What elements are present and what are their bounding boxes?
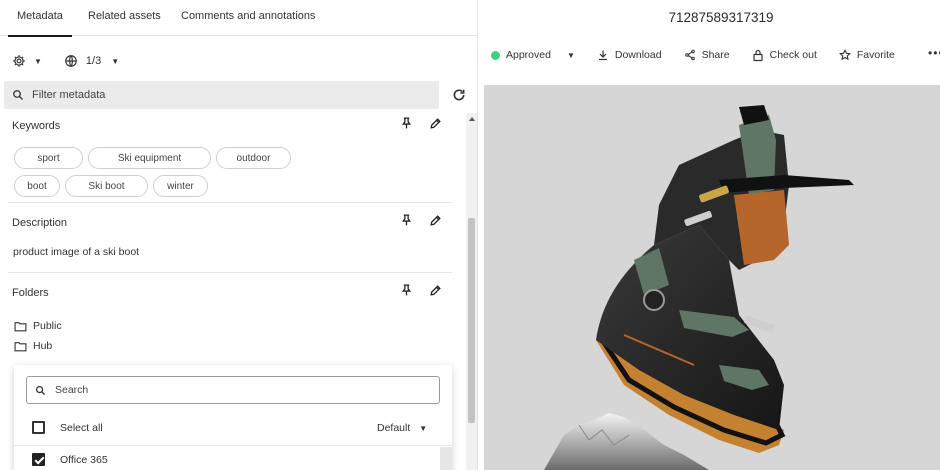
folder-icon (14, 321, 27, 331)
download-button[interactable]: Download (597, 49, 662, 61)
share-icon (684, 49, 695, 61)
description-actions (400, 213, 442, 227)
folder-label: Public (33, 320, 62, 332)
keywords-section: Keywords sport Ski equipment outdoor boo… (0, 113, 452, 203)
dropdown-scrollbar[interactable] (440, 447, 452, 470)
folder-search-placeholder: Search (55, 384, 89, 396)
keyword-chip[interactable]: outdoor (216, 147, 291, 169)
scroll-up-arrow-icon[interactable] (469, 117, 475, 121)
language-dropdown[interactable]: 1/3 ▼ (64, 54, 119, 68)
pin-icon[interactable] (400, 213, 413, 227)
edit-pencil-icon[interactable] (429, 284, 442, 297)
divider (14, 445, 452, 446)
metadata-panel: Metadata Related assets Comments and ann… (0, 0, 478, 470)
status-label: Approved (506, 49, 551, 61)
status-dot-icon (491, 50, 500, 60)
language-count: 1/3 (85, 55, 102, 67)
folder-label: Hub (33, 340, 53, 352)
metadata-toolbar: ▼ 1/3 ▼ (12, 50, 119, 72)
folders-title: Folders (12, 287, 49, 299)
select-all-checkbox[interactable] (32, 421, 45, 434)
asset-preview-image (484, 85, 940, 470)
search-icon (35, 385, 46, 395)
chevron-down-icon: ▼ (419, 423, 428, 433)
asset-preview-panel: 71287589317319 Approved ▼ Download Share… (479, 0, 940, 470)
status-dropdown[interactable]: Approved ▼ (491, 49, 575, 61)
tab-metadata[interactable]: Metadata (8, 10, 72, 37)
scrollbar-thumb[interactable] (468, 218, 475, 423)
folder-search-input[interactable]: Search (26, 376, 440, 404)
check-out-button[interactable]: Check out (752, 49, 817, 62)
filter-metadata-input[interactable]: Filter metadata (4, 81, 439, 109)
search-icon (13, 90, 23, 100)
description-title: Description (12, 217, 68, 229)
share-button[interactable]: Share (684, 49, 730, 61)
keyword-chip[interactable]: boot (14, 175, 60, 197)
refresh-icon[interactable] (451, 87, 467, 103)
download-icon (598, 50, 607, 61)
tab-comments-annotations[interactable]: Comments and annotations (181, 10, 316, 22)
edit-pencil-icon[interactable] (429, 117, 442, 130)
folder-item[interactable]: Hub (14, 340, 52, 352)
ski-boot-image (544, 105, 854, 470)
tab-bar: Metadata Related assets Comments and ann… (0, 0, 477, 37)
folder-item[interactable]: Public (14, 320, 62, 332)
check-out-label: Check out (769, 49, 817, 61)
download-label: Download (614, 49, 662, 61)
select-all-label: Select all (60, 421, 103, 434)
folders-section: Folders Public Hub (0, 273, 452, 373)
keyword-chip[interactable]: winter (153, 175, 208, 197)
asset-actions-toolbar: Approved ▼ Download Share Check out Favo… (491, 46, 917, 64)
favorite-label: Favorite (856, 49, 895, 61)
chevron-down-icon: ▼ (566, 50, 575, 60)
more-options-icon[interactable]: ••• (928, 46, 940, 60)
default-label: Default (377, 422, 411, 434)
metadata-scrollbar[interactable] (466, 113, 477, 470)
keyword-chip[interactable]: Ski equipment (88, 147, 211, 169)
pin-icon[interactable] (400, 283, 413, 297)
asset-id-title: 71287589317319 (668, 10, 774, 25)
filter-placeholder: Filter metadata (32, 89, 106, 101)
folder-option-checkbox[interactable] (32, 453, 45, 466)
settings-dropdown[interactable]: ▼ (12, 54, 42, 68)
description-section: Description product image of a ski boot (0, 203, 452, 271)
chevron-down-icon: ▼ (111, 56, 120, 66)
tab-related-assets[interactable]: Related assets (88, 10, 161, 22)
share-label: Share (701, 49, 730, 61)
folder-option[interactable]: Office 365 (32, 453, 108, 466)
folder-option-label: Office 365 (60, 453, 108, 466)
keyword-chip[interactable]: Ski boot (65, 175, 148, 197)
star-icon (838, 49, 851, 61)
globe-icon (65, 55, 77, 67)
default-dropdown[interactable]: Default ▼ (377, 422, 427, 434)
keywords-actions (400, 116, 442, 130)
lock-icon (753, 49, 763, 61)
folder-picker-dropdown: Search Select all Default ▼ Office 365 (14, 365, 452, 470)
folder-icon (14, 341, 27, 351)
favorite-button[interactable]: Favorite (838, 49, 895, 61)
keyword-chip[interactable]: sport (14, 147, 83, 169)
chevron-down-icon: ▼ (34, 56, 42, 66)
edit-pencil-icon[interactable] (429, 214, 442, 227)
gear-icon (13, 55, 25, 67)
keywords-title: Keywords (12, 120, 61, 132)
folders-actions (400, 283, 442, 297)
pin-icon[interactable] (400, 116, 413, 130)
description-value: product image of a ski boot (13, 246, 140, 258)
select-all-option[interactable]: Select all (32, 421, 103, 434)
